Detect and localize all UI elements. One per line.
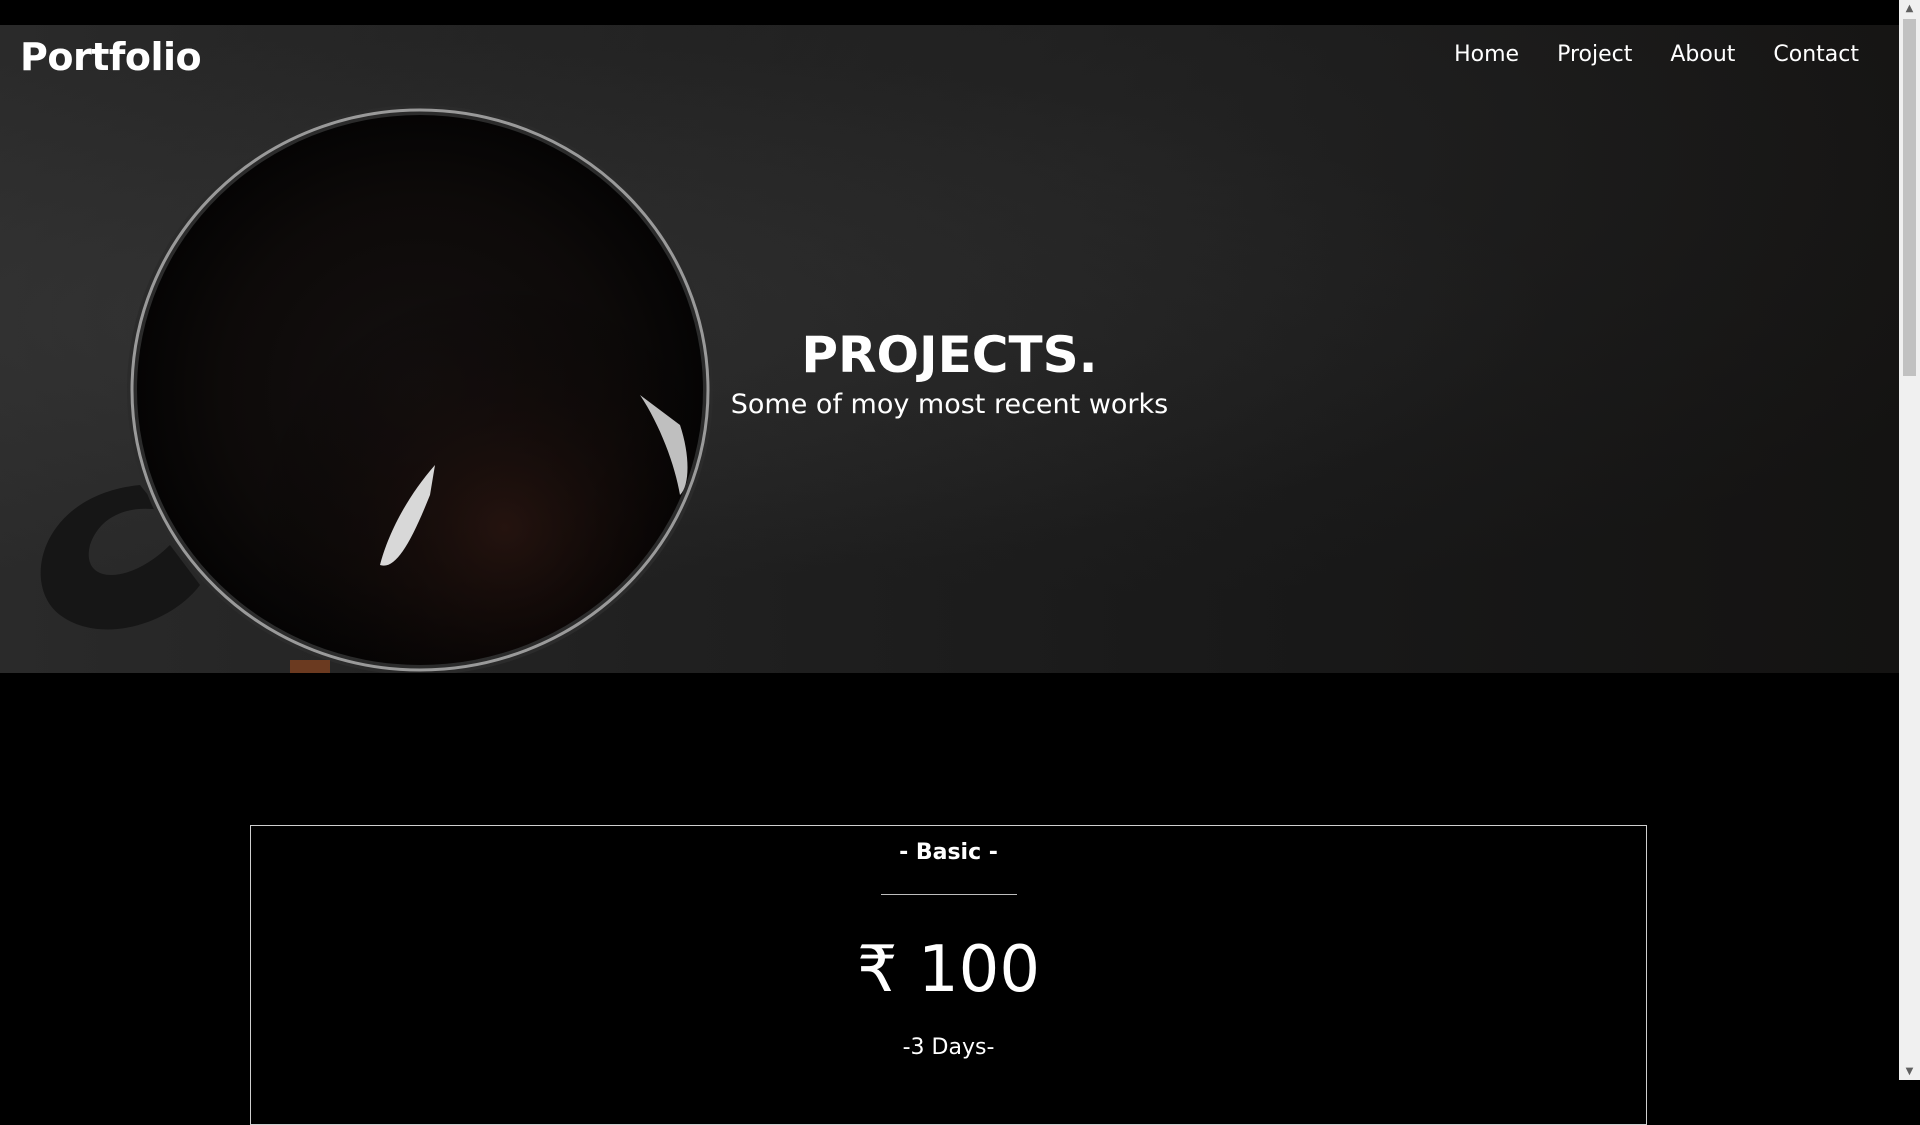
nav-menu: Home Project About Contact xyxy=(1454,42,1859,67)
plan-name: - Basic - xyxy=(899,840,998,865)
nav-link-about[interactable]: About xyxy=(1670,42,1735,67)
nav-item-about: About xyxy=(1670,42,1735,67)
plan-duration: -3 Days- xyxy=(902,1035,995,1060)
page-scrollbar[interactable]: ▲ ▼ xyxy=(1899,0,1920,1080)
navbar: Portfolio Home Project About Contact xyxy=(0,25,1899,89)
page-title: PROJECTS. xyxy=(801,326,1098,384)
plan-divider xyxy=(880,894,1017,895)
page-subtitle: Some of moy most recent works xyxy=(730,389,1169,420)
nav-link-home[interactable]: Home xyxy=(1454,42,1519,67)
hero-section: PROJECTS. Some of moy most recent works xyxy=(0,25,1899,673)
scroll-down-arrow-icon[interactable]: ▼ xyxy=(1899,1063,1920,1080)
nav-link-contact[interactable]: Contact xyxy=(1773,42,1859,67)
nav-item-project: Project xyxy=(1557,42,1632,67)
scroll-up-arrow-icon[interactable]: ▲ xyxy=(1899,0,1920,17)
nav-item-contact: Contact xyxy=(1773,42,1859,67)
hero-text: PROJECTS. Some of moy most recent works xyxy=(0,323,1899,423)
scroll-thumb[interactable] xyxy=(1903,19,1916,376)
nav-item-home: Home xyxy=(1454,42,1519,67)
plan-price: ₹ 100 xyxy=(856,933,1041,1007)
top-strip xyxy=(0,0,1899,25)
nav-link-project[interactable]: Project xyxy=(1557,42,1632,67)
pricing-card-basic: - Basic - ₹ 100 -3 Days- xyxy=(250,825,1647,1125)
brand-logo[interactable]: Portfolio xyxy=(20,35,202,79)
